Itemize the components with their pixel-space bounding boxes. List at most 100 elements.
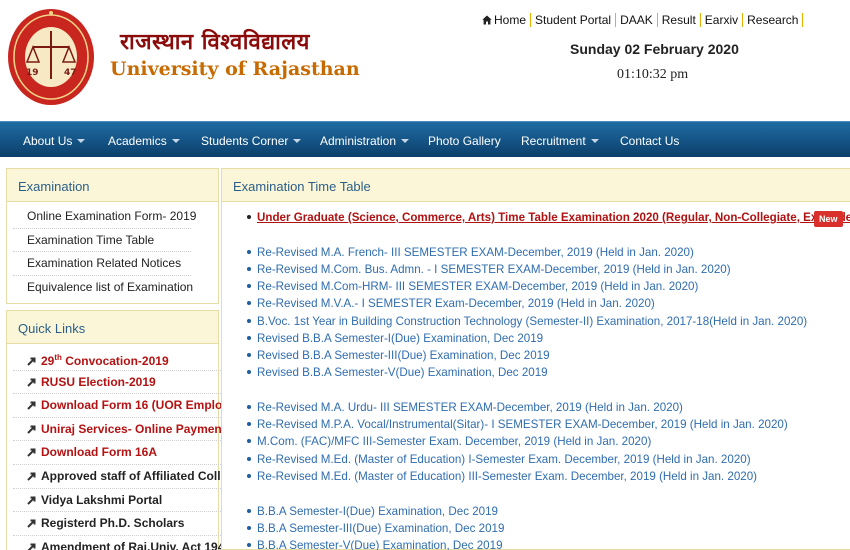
nav-recruitment[interactable]: Recruitment [521,134,599,148]
bullet-icon [247,353,251,357]
nav-administration[interactable]: Administration [320,134,410,148]
bullet-icon [247,457,251,461]
arrow-right-icon [27,357,36,366]
top-link-home[interactable]: Home [478,13,532,27]
time-table-link[interactable]: Re-Revised M.P.A. Vocal/Instrumental(Sit… [247,418,788,432]
time-table-link[interactable]: Revised B.B.A Semester-V(Due) Examinatio… [247,366,548,380]
quick-link-label: Uniraj Services- Online Payment [41,421,221,436]
university-seal-logo[interactable]: 19 47 [6,7,96,107]
bullet-icon [247,267,251,271]
top-link-student-portal[interactable]: Student Portal [531,13,617,27]
nav-students-corner[interactable]: Students Corner [201,134,302,148]
time-table-link[interactable]: Re-Revised M.Com-HRM- III SEMESTER EXAM-… [247,280,698,294]
arrow-right-icon [27,448,36,458]
exam-link-notices[interactable]: Examination Related Notices [13,252,191,276]
bullet-icon [247,405,251,409]
time-table-link-label: M.Com. (FAC)/MFC III-Semester Exam. Dece… [257,435,652,448]
time-table-link-label: B.Voc. 1st Year in Building Construction… [257,315,808,328]
quick-link-rusu-election[interactable]: RUSU Election-2019 [13,371,221,395]
quick-link-label: Convocation-2019 [61,354,169,368]
quick-link-label: 29 [41,354,55,368]
arrow-right-icon [27,378,36,387]
time-table-link[interactable]: B.B.A Semester-III(Due) Examination, Dec… [247,522,504,536]
time-table-link-label: Re-Revised M.Ed. (Master of Education) I… [257,453,751,466]
current-date: Sunday 02 February 2020 [570,41,739,57]
bullet-icon [247,336,251,340]
time-table-link[interactable]: Re-Revised M.A. Urdu- III SEMESTER EXAM-… [247,401,683,415]
bullet-icon [247,250,251,254]
time-table-link-label: Re-Revised M.A. French- III SEMESTER EXA… [257,246,694,259]
quick-link-sup: th [54,353,62,362]
time-table-link[interactable]: Re-Revised M.Ed. (Master of Education) I… [247,470,757,484]
time-table-link[interactable]: Re-Revised M.A. French- III SEMESTER EXA… [247,246,694,260]
quick-link-convocation[interactable]: 29th Convocation-2019 [13,347,221,371]
arrow-right-icon [27,425,36,434]
time-table-link-label: Revised B.B.A Semester-I(Due) Examinatio… [257,332,544,345]
quick-link-label: Download Form 16A [41,445,158,460]
home-icon [482,15,492,25]
arrow-right-icon [27,496,36,505]
nav-about-us-label: About Us [23,134,73,148]
time-table-link-label: B.B.A Semester-V(Due) Examination, Dec 2… [257,539,503,550]
caret-down-icon [401,139,410,143]
time-table-link[interactable]: Re-Revised M.Com. Bus. Admn. - I SEMESTE… [247,263,731,277]
caret-down-icon [293,139,302,143]
time-table-link[interactable]: M.Com. (FAC)/MFC III-Semester Exam. Dece… [247,435,651,449]
top-link-earxiv[interactable]: Earxiv [701,13,744,27]
nav-academics[interactable]: Academics [108,134,180,148]
quick-links-title: Quick Links [7,311,218,344]
quick-link-act-amendment[interactable]: Amendment of Raj.Univ. Act 1947 [13,536,221,550]
arrow-right-icon [27,401,36,410]
quick-link-label: Vidya Lakshmi Portal [41,492,163,507]
quick-link-online-payment[interactable]: Uniraj Services- Online Payment [13,418,221,442]
nav-contact-us[interactable]: Contact Us [620,134,679,148]
nav-recruitment-label: Recruitment [521,134,586,148]
quick-link-phd-scholars[interactable]: Registerd Ph.D. Scholars [13,512,221,536]
time-table-link-label: Re-Revised M.Com-HRM- III SEMESTER EXAM-… [257,280,699,293]
bullet-icon [247,422,251,426]
time-table-link[interactable]: Under Graduate (Science, Commerce, Arts)… [247,211,850,225]
time-table-link-label: Re-Revised M.Com. Bus. Admn. - I SEMESTE… [257,263,731,276]
time-table-link-label: Under Graduate (Science, Commerce, Arts)… [257,211,850,224]
time-table-link[interactable]: Re-Revised M.V.A.- I SEMESTER Exam-Decem… [247,297,655,311]
site-header: 19 47 राजस्थान विश्वविद्यालय University … [0,0,850,117]
bullet-icon [247,509,251,513]
nav-about-us[interactable]: About Us [23,134,86,148]
arrow-right-icon [27,543,36,550]
time-table-link[interactable]: B.B.A Semester-I(Due) Examination, Dec 2… [247,505,498,519]
main-nav: About Us Academics Students Corner Admin… [0,121,850,157]
time-table-link-label: Re-Revised M.Ed. (Master of Education) I… [257,470,758,483]
time-table-link[interactable]: B.B.A Semester-V(Due) Examination, Dec 2… [247,539,503,550]
time-table-link-label: B.B.A Semester-III(Due) Examination, Dec… [257,522,505,535]
bullet-icon [247,439,251,443]
bullet-icon [247,526,251,530]
caret-down-icon [590,139,599,143]
time-table-link[interactable]: Revised B.B.A Semester-III(Due) Examinat… [247,349,550,363]
exam-link-equivalence[interactable]: Equivalence list of Examination [13,276,193,300]
bullet-icon [247,543,251,547]
exam-link-time-table[interactable]: Examination Time Table [13,229,191,252]
new-badge: New [814,211,843,227]
time-table-link-label: Re-Revised M.P.A. Vocal/Instrumental(Sit… [257,418,788,431]
logo-year-left: 19 [26,68,39,78]
bullet-icon [247,284,251,288]
bullet-icon [247,319,251,323]
time-table-link[interactable]: B.Voc. 1st Year in Building Construction… [247,315,807,329]
examination-panel: Examination Online Examination Form- 201… [6,168,219,304]
time-table-link[interactable]: Revised B.B.A Semester-I(Due) Examinatio… [247,332,543,346]
quick-link-label: Download Form 16 (UOR Employee) [41,398,221,413]
quick-link-form16a[interactable]: Download Form 16A [13,441,221,465]
top-link-daak[interactable]: DAAK [616,13,658,27]
exam-link-online-form[interactable]: Online Examination Form- 2019 [13,205,196,229]
quick-link-form16-employee[interactable]: Download Form 16 (UOR Employee) [13,394,221,418]
top-link-result[interactable]: Result [658,13,701,27]
nav-academics-label: Academics [108,134,167,148]
time-table-panel: Examination Time Table Under Graduate (S… [221,168,850,550]
quick-link-vidya-lakshmi[interactable]: Vidya Lakshmi Portal [13,489,221,513]
top-link-research[interactable]: Research [743,13,804,27]
time-table-link[interactable]: Re-Revised M.Ed. (Master of Education) I… [247,453,751,467]
quick-link-approved-staff[interactable]: Approved staff of Affiliated Colleges [13,465,221,489]
top-link-home-label: Home [494,13,527,27]
nav-photo-gallery[interactable]: Photo Gallery [428,134,501,148]
university-name-english: University of Rajasthan [110,58,360,80]
